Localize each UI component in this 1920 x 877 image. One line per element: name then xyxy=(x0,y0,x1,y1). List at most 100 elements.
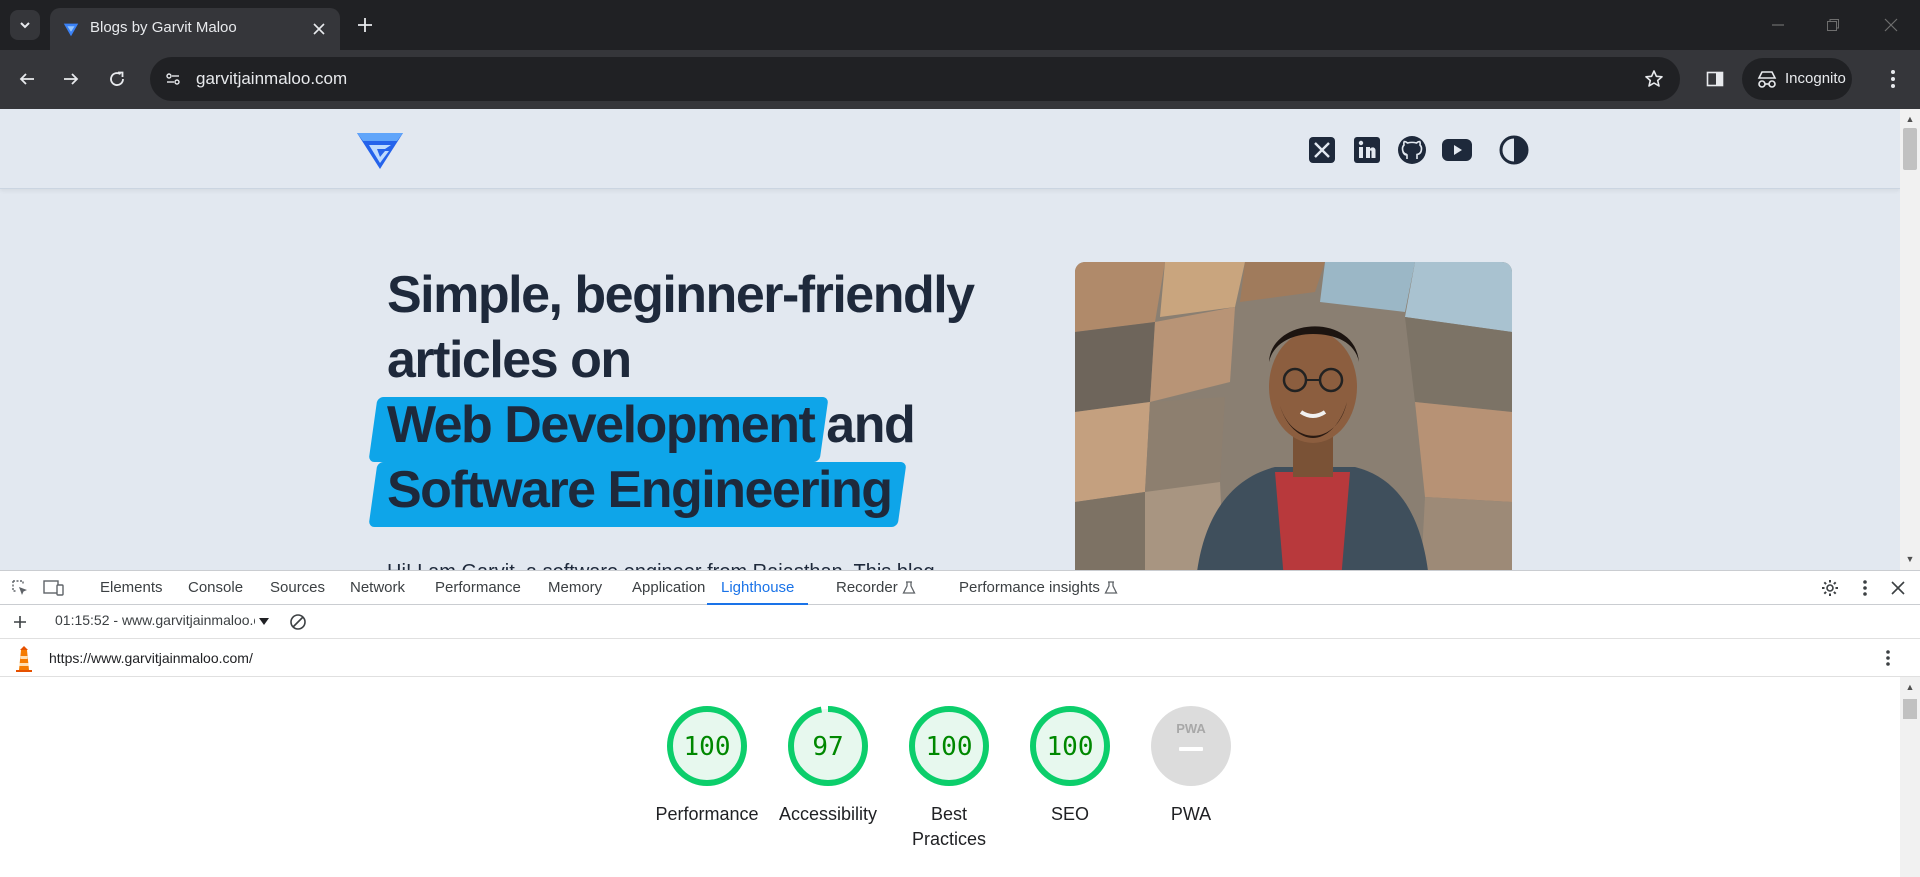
github-icon xyxy=(1398,136,1426,164)
report-selector[interactable]: 01:15:52 - www.garvitjainmaloo.com xyxy=(55,612,255,628)
scroll-up-arrow[interactable]: ▲ xyxy=(1900,111,1920,127)
back-button[interactable] xyxy=(12,64,42,94)
tab-lighthouse[interactable]: Lighthouse xyxy=(707,571,809,605)
tab-close-button[interactable] xyxy=(308,18,330,40)
score-label: Performance xyxy=(655,804,759,824)
tab-elements[interactable]: Elements xyxy=(100,571,163,605)
browser-menu-button[interactable] xyxy=(1878,64,1908,94)
tab-performance[interactable]: Performance xyxy=(435,571,521,605)
tab-title: Blogs by Garvit Maloo xyxy=(90,19,237,36)
incognito-icon xyxy=(1757,71,1777,88)
hero-line-1: Simple, beginner-friendly xyxy=(387,266,975,324)
incognito-badge[interactable]: Incognito xyxy=(1742,58,1852,100)
clear-reports-button[interactable] xyxy=(286,610,310,634)
page-scroll-thumb[interactable] xyxy=(1903,128,1917,170)
score-gauge-best-practices[interactable]: 100 Best Practices xyxy=(879,704,1019,852)
tab-application[interactable]: Application xyxy=(632,571,705,605)
bookmark-button[interactable] xyxy=(1642,67,1666,91)
devtools-menu-button[interactable] xyxy=(1853,576,1877,600)
score-label: Best Practices xyxy=(911,804,987,849)
twitter-x-link[interactable] xyxy=(1305,133,1339,167)
reload-button[interactable] xyxy=(102,64,132,94)
minimize-icon xyxy=(1772,24,1784,26)
side-panel-button[interactable] xyxy=(1700,64,1730,94)
more-vertical-icon xyxy=(1886,650,1890,666)
report-menu-button[interactable] xyxy=(1876,646,1900,670)
lighthouse-icon xyxy=(16,646,32,672)
gauge-ring: 100 xyxy=(1030,706,1110,786)
score-value: 100 xyxy=(926,732,973,762)
hero-line-2: articles on xyxy=(387,331,632,389)
close-icon xyxy=(1891,581,1905,595)
report-scroll-up-arrow[interactable]: ▲ xyxy=(1900,679,1920,695)
youtube-link[interactable] xyxy=(1440,133,1474,167)
score-gauge-seo[interactable]: 100 SEO xyxy=(1000,704,1140,827)
score-gauge-pwa[interactable]: PWA PWA xyxy=(1121,704,1261,827)
report-scroll-thumb[interactable] xyxy=(1903,699,1917,719)
tab-performance-insights[interactable]: Performance insights xyxy=(959,571,1100,605)
forward-button[interactable] xyxy=(56,64,86,94)
score-label: PWA xyxy=(1170,804,1212,824)
tab-network[interactable]: Network xyxy=(350,571,405,605)
device-icon xyxy=(43,580,64,596)
hero-highlight-software-engineering: Software Engineering xyxy=(375,458,904,523)
site-info-button[interactable] xyxy=(162,68,184,90)
scroll-down-arrow[interactable]: ▼ xyxy=(1900,551,1920,567)
gear-icon xyxy=(1822,580,1838,596)
device-toolbar-button[interactable] xyxy=(42,576,66,600)
address-url: garvitjainmaloo.com xyxy=(196,69,348,88)
theme-toggle-button[interactable] xyxy=(1497,133,1531,167)
plus-icon xyxy=(358,18,372,32)
hero-subtitle: Hi! I am Garvit, a software engineer fro… xyxy=(387,561,935,570)
tab-recorder[interactable]: Recorder xyxy=(836,571,898,605)
page-viewport: Simple, beginner-friendly articles on We… xyxy=(0,109,1900,570)
score-value: 100 xyxy=(684,732,731,762)
star-icon xyxy=(1645,70,1663,87)
close-icon xyxy=(1884,18,1898,32)
side-panel-icon xyxy=(1706,71,1724,87)
hero-and: and xyxy=(826,396,915,454)
page-scrollbar[interactable] xyxy=(1900,109,1920,570)
linkedin-link[interactable] xyxy=(1350,133,1384,167)
lighthouse-report-header: https://www.garvitjainmaloo.com/ xyxy=(0,639,1920,677)
devtools-close-button[interactable] xyxy=(1886,576,1910,600)
browser-tab[interactable]: Blogs by Garvit Maloo xyxy=(50,8,340,50)
tab-search-button[interactable] xyxy=(10,10,40,40)
github-link[interactable] xyxy=(1395,133,1429,167)
more-vertical-icon xyxy=(1891,70,1895,88)
contrast-icon xyxy=(1499,135,1529,165)
tune-icon xyxy=(166,73,180,85)
devtools-settings-button[interactable] xyxy=(1818,576,1842,600)
site-favicon-icon xyxy=(63,23,79,37)
restore-button[interactable] xyxy=(1820,12,1846,38)
tab-memory[interactable]: Memory xyxy=(548,571,602,605)
score-label: Accessibility xyxy=(778,804,878,824)
inspect-icon xyxy=(12,580,27,595)
score-label: SEO xyxy=(1050,804,1089,824)
site-header xyxy=(0,109,1900,189)
flask-icon xyxy=(902,581,916,594)
tab-console[interactable]: Console xyxy=(188,571,243,605)
arrow-left-icon xyxy=(19,73,34,85)
close-icon xyxy=(313,23,325,35)
new-report-button[interactable] xyxy=(8,610,32,634)
hero-line-3: Web Development and xyxy=(387,393,1047,458)
caret-down-icon[interactable] xyxy=(259,618,269,626)
address-bar[interactable]: garvitjainmaloo.com xyxy=(150,57,1680,101)
score-gauge-accessibility[interactable]: 97 Accessibility xyxy=(758,704,898,827)
reload-icon xyxy=(110,71,124,86)
restore-icon xyxy=(1827,19,1839,31)
minimize-button[interactable] xyxy=(1765,12,1791,38)
chevron-down-icon xyxy=(20,22,30,29)
inspect-element-button[interactable] xyxy=(8,576,32,600)
hero-highlight-web-development: Web Development xyxy=(375,393,826,458)
window-close-button[interactable] xyxy=(1878,12,1904,38)
browser-tab-bar: Blogs by Garvit Maloo xyxy=(0,0,1920,50)
site-logo-icon[interactable] xyxy=(355,127,405,171)
browser-toolbar: garvitjainmaloo.com Incognito xyxy=(0,50,1920,109)
linkedin-icon xyxy=(1354,137,1380,163)
devtools-tab-bar: Elements Console Sources Network Perform… xyxy=(0,571,1920,605)
tab-sources[interactable]: Sources xyxy=(270,571,325,605)
score-gauge-performance[interactable]: 100 Performance xyxy=(637,704,777,827)
new-tab-button[interactable] xyxy=(352,12,378,38)
